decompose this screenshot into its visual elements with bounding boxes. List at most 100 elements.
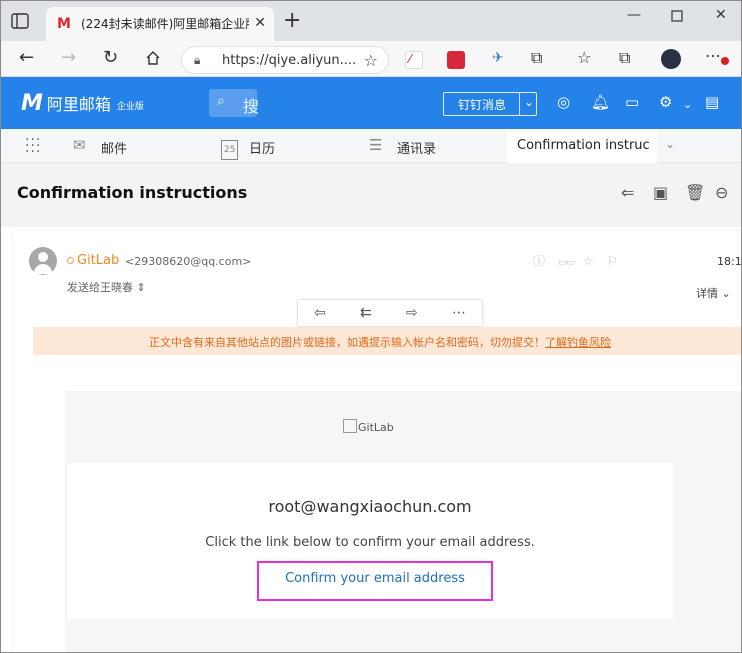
open-mail-tab[interactable]: Confirmation instructions — [507, 129, 657, 163]
logo-alt-text: GitLab — [358, 421, 394, 434]
module-nav: ··· ··· ··· ✉ 邮件 25 日历 ☰ 通讯录 Confirmation … — [1, 129, 741, 163]
forward-icon[interactable]: → — [61, 49, 76, 67]
sender-name[interactable]: GitLab — [67, 253, 119, 268]
status-dot — [67, 257, 74, 264]
chat-icon[interactable]: ▤ — [705, 95, 719, 110]
sender-name-text: GitLab — [77, 253, 120, 268]
confirm-email-link[interactable]: Confirm your email address — [259, 571, 491, 586]
reply-all-quick-icon[interactable]: ⇇ — [360, 305, 372, 321]
tab-close-icon[interactable]: ✕ — [254, 15, 266, 31]
search-box[interactable]: ⌕ 搜 — [209, 89, 260, 117]
app-name: 阿里邮箱 — [46, 95, 111, 114]
favorites-list-icon[interactable]: ☆ — [577, 49, 591, 67]
mail-time: 18:11 — [717, 255, 742, 268]
forward-quick-icon[interactable]: ⇨ — [406, 305, 418, 321]
broken-image-icon — [343, 419, 357, 433]
envelope-icon: ✉ — [73, 136, 86, 154]
app-logo[interactable]: M 阿里邮箱 企业版 — [21, 91, 144, 116]
trash-icon[interactable]: 🗑︎ — [685, 185, 705, 201]
bell-icon[interactable]: 🔔︎ — [591, 95, 610, 110]
tag-icon[interactable]: ▭▭ — [558, 257, 575, 269]
compass-icon[interactable]: ◎ — [557, 95, 570, 110]
module-tab-calendar[interactable]: 25 日历 — [221, 129, 321, 163]
module-calendar-label: 日历 — [249, 142, 276, 157]
extension-icon-2[interactable] — [447, 51, 465, 69]
browser-window: M (224封未读邮件)阿里邮箱企业版 ✕ + — ✕ ← → ↻ 🔒︎ htt… — [0, 0, 742, 653]
flag-icon[interactable]: ⚐ — [607, 255, 618, 267]
collections-icon[interactable]: ⧉ — [619, 49, 630, 67]
refresh-icon[interactable]: ↻ — [103, 49, 118, 67]
edition-badge: 企业版 — [116, 102, 144, 112]
dingtalk-label: 钉钉消息 — [458, 98, 507, 112]
device-icon[interactable]: ▭ — [625, 95, 639, 110]
lock-icon: 🔒︎ — [194, 53, 201, 67]
module-tab-contacts[interactable]: ☰ 通讯录 — [369, 129, 469, 163]
tab-title: (224封未读邮件)阿里邮箱企业版 — [81, 17, 249, 31]
more-quick-icon[interactable]: ⋯ — [452, 305, 466, 321]
dingtalk-message-button[interactable]: 钉钉消息 ⌄ — [443, 92, 537, 116]
address-bar-row: ← → ↻ 🔒︎ https://qiye.aliyun.... ☆ ⁄ ✈︎ … — [1, 41, 741, 77]
module-mail-label: 邮件 — [101, 142, 128, 157]
module-contacts-label: 通讯录 — [397, 142, 437, 157]
logo-mark: M — [21, 91, 43, 116]
mail-subject: Confirmation instructions — [17, 183, 248, 202]
module-tab-mail[interactable]: ✉ 邮件 — [73, 129, 173, 163]
details-label: 详情 — [696, 287, 718, 300]
confirm-link-highlight: Confirm your email address — [257, 561, 493, 601]
move-folder-icon[interactable]: ▣ — [653, 185, 668, 201]
extensions-puzzle-icon[interactable]: ⧉ — [531, 49, 542, 67]
tab-strip: M (224封未读邮件)阿里邮箱企业版 ✕ + — ✕ — [1, 1, 741, 41]
details-toggle[interactable]: 详情 ⌄ — [696, 285, 731, 301]
open-mail-tab-label: Confirmation instructions — [517, 138, 649, 153]
recipient-text: 发送给王晓春 — [67, 281, 133, 294]
phishing-risk-link[interactable]: 了解钓鱼风险 — [545, 336, 611, 349]
mail-favicon-icon: M — [57, 16, 71, 32]
warning-text: 正文中含有来自其他站点的图片或链接，如遇提示输入帐户名和密码，切勿提交！了解钓鱼… — [149, 334, 611, 350]
phishing-warning-banner: 正文中含有来自其他站点的图片或链接，如遇提示输入帐户名和密码，切勿提交！了解钓鱼… — [33, 327, 741, 355]
new-tab-button[interactable]: + — [283, 10, 301, 32]
notification-dot — [721, 57, 729, 65]
minimize-icon[interactable]: — — [627, 7, 641, 23]
chevron-down-icon[interactable]: ⌄ — [524, 95, 534, 109]
app-header: M 阿里邮箱 企业版 ⌕ 搜 钉钉消息 ⌄ ◎ 🔔︎ ▭ ⚙ ⌄ ▤ — [1, 77, 741, 129]
instruction-text: Click the link below to confirm your ema… — [205, 535, 535, 550]
favorite-star-icon[interactable]: ☆ — [364, 51, 378, 70]
search-icon: ⌕ — [217, 93, 225, 109]
reply-icon[interactable]: ⇦ — [314, 305, 326, 321]
recipient-line[interactable]: 发送给王晓春 ⇕ — [67, 279, 146, 295]
warning-message: 正文中含有来自其他站点的图片或链接，如遇提示输入帐户名和密码，切勿提交！ — [149, 336, 545, 349]
more-menu-icon[interactable]: ⋯ — [705, 47, 721, 65]
reply-all-icon[interactable]: ⇐ — [621, 185, 634, 201]
gear-icon[interactable]: ⚙ — [659, 95, 672, 110]
account-address: root@wangxiaochun.com — [268, 497, 472, 516]
sender-email: <29308620@qq.com> — [125, 255, 252, 268]
back-icon[interactable]: ← — [19, 49, 34, 67]
url-text: https://qiye.aliyun.... — [222, 53, 357, 68]
profile-avatar[interactable] — [661, 49, 681, 69]
info-icon[interactable]: ⓘ — [533, 255, 545, 267]
apps-grid-icon[interactable]: ··· ··· ··· — [25, 133, 41, 159]
quick-actions-bar: ⇦ ⇇ ⇨ ⋯ — [297, 299, 483, 327]
mail-card: GitLab <29308620@qq.com> 发送给王晓春 ⇕ ⓘ ▭▭ ☆… — [13, 231, 742, 652]
divider — [519, 93, 520, 115]
url-field[interactable]: 🔒︎ https://qiye.aliyun.... ☆ — [181, 46, 389, 74]
sender-avatar — [29, 247, 57, 275]
home-icon[interactable] — [145, 50, 161, 66]
maximize-icon[interactable] — [671, 10, 683, 22]
browser-tab-active[interactable]: M (224封未读邮件)阿里邮箱企业版 ✕ — [46, 7, 274, 41]
mail-subject-bar: Confirmation instructions ⇐ ▣ 🗑︎ ⊖ — [1, 163, 741, 227]
star-icon[interactable]: ☆ — [583, 255, 594, 267]
window-close-icon[interactable]: ✕ — [715, 7, 727, 23]
tab-actions-icon[interactable] — [11, 13, 29, 29]
tabs-dropdown-icon[interactable]: ⌄ — [665, 137, 675, 151]
settings-chevron-icon[interactable]: ⌄ — [683, 97, 692, 112]
extension-icon-3[interactable]: ✈︎ — [491, 50, 509, 69]
contacts-icon: ☰ — [369, 136, 383, 154]
calendar-icon: 25 — [221, 140, 239, 160]
email-body: GitLab root@wangxiaochun.com Click the l… — [65, 391, 741, 652]
email-content-panel: root@wangxiaochun.com Click the link bel… — [67, 463, 673, 619]
extension-icon-1[interactable]: ⁄ — [405, 51, 423, 69]
gitlab-logo-image: GitLab — [343, 419, 394, 434]
search-placeholder: 搜 — [243, 97, 260, 116]
more-actions-icon[interactable]: ⊖ — [715, 185, 728, 201]
